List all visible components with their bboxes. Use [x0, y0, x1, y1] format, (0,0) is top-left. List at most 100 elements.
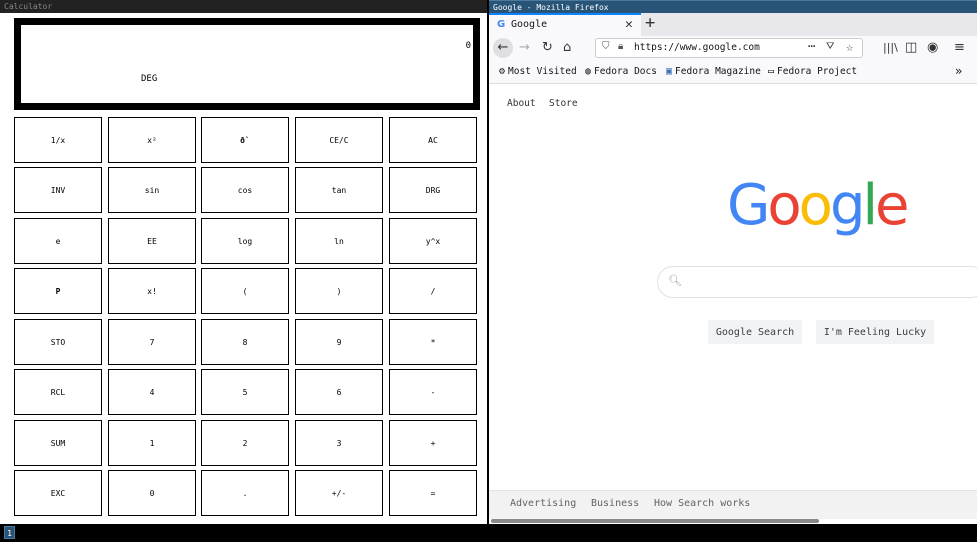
page-actions-icon[interactable]: ⋯: [808, 39, 815, 53]
bookmark-star-icon[interactable]: ☆: [846, 40, 853, 54]
bookmark-label: Fedora Magazine: [675, 66, 761, 77]
folder-icon: ▭: [768, 66, 775, 77]
logo-letter: l: [862, 173, 877, 238]
tab-label: Google: [511, 19, 548, 30]
bookmark-label: Fedora Project: [777, 66, 858, 77]
store-link[interactable]: Store: [549, 98, 578, 109]
bookmark-most-visited[interactable]: ⚙ Most Visited: [499, 66, 577, 77]
tab-google[interactable]: G Google ✕: [489, 13, 641, 36]
calc-key-5-2[interactable]: 5: [201, 369, 289, 415]
calc-key-3-0[interactable]: P: [14, 268, 102, 314]
calc-key-2-4[interactable]: y^x: [389, 218, 477, 264]
google-favicon-icon: G: [497, 19, 506, 30]
logo-letter: o: [767, 173, 801, 238]
calc-key-2-2[interactable]: log: [201, 218, 289, 264]
calc-key-0-0[interactable]: 1/x: [14, 117, 102, 163]
logo-letter: g: [829, 173, 866, 238]
calc-key-7-2[interactable]: .: [201, 470, 289, 516]
home-button[interactable]: ⌂: [563, 39, 571, 57]
tracking-shield-icon[interactable]: ⛉: [602, 41, 610, 52]
calc-key-3-2[interactable]: (: [201, 268, 289, 314]
calc-key-2-3[interactable]: ln: [295, 218, 383, 264]
logo-letter: o: [798, 173, 833, 238]
calc-key-7-1[interactable]: 0: [108, 470, 196, 516]
calculator-display: 0 DEG: [14, 18, 480, 110]
url-text[interactable]: https://www.google.com: [634, 42, 760, 53]
calc-key-6-1[interactable]: 1: [108, 420, 196, 466]
calc-key-4-2[interactable]: 8: [201, 319, 289, 365]
calc-key-3-4[interactable]: /: [389, 268, 477, 314]
calc-key-7-4[interactable]: =: [389, 470, 477, 516]
calc-key-3-1[interactable]: x!: [108, 268, 196, 314]
advertising-link[interactable]: Advertising: [510, 498, 576, 509]
calc-key-5-1[interactable]: 4: [108, 369, 196, 415]
calc-key-7-3[interactable]: +/-: [295, 470, 383, 516]
calc-key-2-1[interactable]: EE: [108, 218, 196, 264]
navigation-toolbar: ← → ↻ ⌂ ⛉ 🔒︎ https://www.google.com ⋯ ⛛ …: [489, 36, 977, 61]
bookmark-fedora-project[interactable]: ▭ Fedora Project: [768, 66, 857, 77]
bookmarks-overflow-icon[interactable]: »: [955, 64, 962, 78]
workspace-1-button[interactable]: 1: [4, 526, 15, 539]
calc-key-2-0[interactable]: e: [14, 218, 102, 264]
close-tab-icon[interactable]: ✕: [625, 17, 633, 32]
bookmarks-toolbar: ⚙ Most Visited ◍ Fedora Docs ▣ Fedora Magaz…: [489, 61, 977, 84]
calc-key-1-4[interactable]: DRG: [389, 167, 477, 213]
calc-key-6-2[interactable]: 2: [201, 420, 289, 466]
calc-key-6-4[interactable]: +: [389, 420, 477, 466]
calc-key-4-0[interactable]: STO: [14, 319, 102, 365]
calc-key-0-1[interactable]: x²: [108, 117, 196, 163]
google-footer: Advertising Business How Search works: [489, 490, 977, 519]
calc-key-6-0[interactable]: SUM: [14, 420, 102, 466]
calc-key-7-0[interactable]: EXC: [14, 470, 102, 516]
calc-key-5-4[interactable]: -: [389, 369, 477, 415]
calc-key-0-2[interactable]: ð`: [201, 117, 289, 163]
taskbar: 1: [0, 524, 977, 542]
fedora-icon: ▣: [666, 66, 673, 77]
angle-mode-indicator: DEG: [141, 74, 158, 84]
calc-key-0-3[interactable]: CE/C: [295, 117, 383, 163]
pocket-icon[interactable]: ⛛: [826, 41, 834, 52]
calculator-title-bar: Calculator: [0, 0, 487, 13]
library-icon[interactable]: |||\: [883, 39, 898, 57]
business-link[interactable]: Business: [591, 498, 639, 509]
calc-key-4-4[interactable]: *: [389, 319, 477, 365]
forward-button[interactable]: →: [519, 39, 530, 57]
url-bar[interactable]: ⛉ 🔒︎ https://www.google.com ⋯ ⛛ ☆: [595, 38, 863, 58]
logo-letter: e: [875, 173, 909, 238]
bookmark-fedora-magazine[interactable]: ▣ Fedora Magazine: [666, 66, 761, 77]
calc-key-5-3[interactable]: 6: [295, 369, 383, 415]
horizontal-scrollbar[interactable]: [491, 519, 819, 523]
firefox-title-bar: Google - Mozilla Firefox: [489, 0, 977, 13]
how-search-works-link[interactable]: How Search works: [654, 498, 750, 509]
calc-key-3-3[interactable]: ): [295, 268, 383, 314]
tab-bar: G Google ✕ +: [489, 13, 977, 36]
about-link[interactable]: About: [507, 98, 536, 109]
sidebar-icon[interactable]: ◫: [905, 39, 917, 57]
bookmark-label: Most Visited: [508, 66, 577, 77]
firefox-window: G Google ✕ + ← → ↻ ⌂ ⛉ 🔒︎ https://www.go…: [489, 13, 977, 524]
reload-button[interactable]: ↻: [542, 39, 553, 57]
google-logo: Google: [727, 173, 910, 238]
calc-key-5-0[interactable]: RCL: [14, 369, 102, 415]
bookmark-label: Fedora Docs: [594, 66, 657, 77]
back-button[interactable]: ←: [493, 38, 513, 58]
google-homepage: About Store Google 🔍︎ Google Search I'm …: [489, 84, 977, 524]
new-tab-button[interactable]: +: [645, 13, 655, 33]
menu-icon[interactable]: ≡: [954, 39, 965, 57]
calc-key-1-1[interactable]: sin: [108, 167, 196, 213]
gear-icon: ⚙: [499, 66, 506, 77]
account-icon[interactable]: ◉: [927, 39, 938, 57]
google-search-button[interactable]: Google Search: [708, 320, 802, 344]
lock-icon[interactable]: 🔒︎: [618, 41, 623, 52]
calc-key-1-3[interactable]: tan: [295, 167, 383, 213]
google-search-box[interactable]: 🔍︎: [657, 266, 977, 298]
calc-key-1-2[interactable]: cos: [201, 167, 289, 213]
calc-key-6-3[interactable]: 3: [295, 420, 383, 466]
calc-key-0-4[interactable]: AC: [389, 117, 477, 163]
calc-key-4-1[interactable]: 7: [108, 319, 196, 365]
display-value: 0: [465, 41, 471, 51]
bookmark-fedora-docs[interactable]: ◍ Fedora Docs: [585, 66, 657, 77]
feeling-lucky-button[interactable]: I'm Feeling Lucky: [816, 320, 934, 344]
calc-key-4-3[interactable]: 9: [295, 319, 383, 365]
calc-key-1-0[interactable]: INV: [14, 167, 102, 213]
